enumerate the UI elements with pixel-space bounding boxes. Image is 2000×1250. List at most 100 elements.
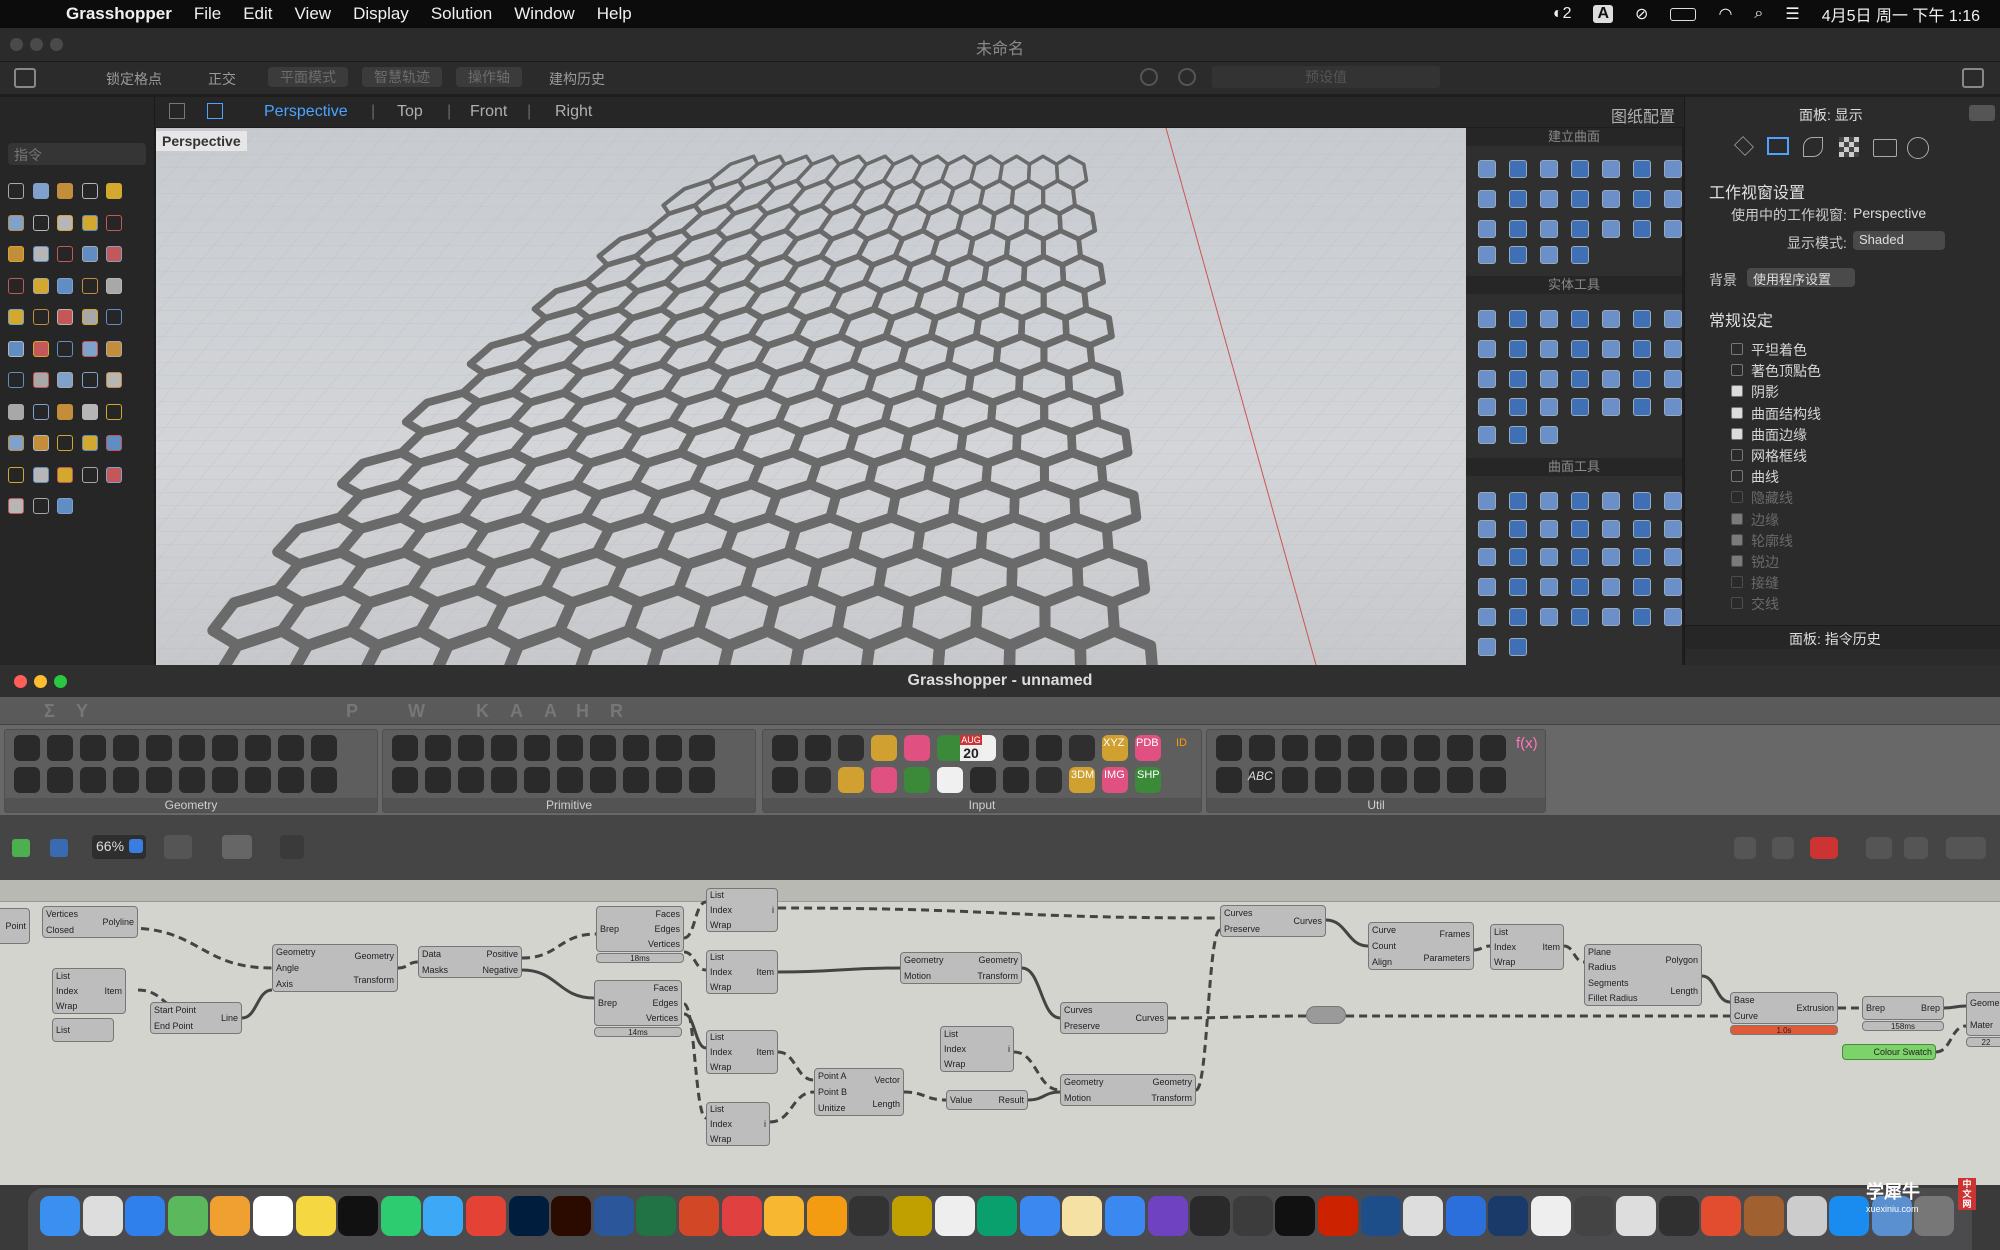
gh-node-list5[interactable]: List Index Wrap Item	[706, 1030, 778, 1074]
relay-node[interactable]	[1306, 1006, 1346, 1024]
ribbon-component-icon[interactable]	[970, 767, 996, 793]
menu-file[interactable]: File	[194, 4, 221, 24]
panel-tool-icon[interactable]	[1540, 160, 1558, 178]
gh-node-extrude[interactable]: Base Curve Extrusion	[1730, 992, 1838, 1024]
panel-tool-icon[interactable]	[1602, 190, 1620, 208]
panel-tool-icon[interactable]	[1540, 370, 1558, 388]
panel-tool-icon[interactable]	[1571, 190, 1589, 208]
node-input-label[interactable]: Masks	[422, 965, 448, 975]
panel-tool-icon[interactable]	[1478, 160, 1496, 178]
node-input-label[interactable]: Index	[56, 986, 78, 996]
node-output-label[interactable]: Point	[5, 921, 26, 931]
node-input-label[interactable]: Wrap	[710, 1062, 731, 1072]
tab-a2[interactable]: A	[544, 701, 557, 722]
tool-icon[interactable]	[32, 183, 49, 199]
ribbon-component-icon[interactable]	[524, 735, 550, 761]
ribbon-component-icon[interactable]	[146, 767, 172, 793]
node-input-label[interactable]: Geometry	[276, 947, 316, 957]
gh-node-polygon[interactable]: Plane Radius Segments Fillet Radius Polygon L…	[1584, 944, 1702, 1006]
node-output-label[interactable]: Line	[221, 1013, 238, 1023]
control-center-icon[interactable]: ☰	[1785, 4, 1799, 24]
panel-toggle-icon[interactable]	[1962, 68, 1984, 88]
panel-tool-icon[interactable]	[1540, 398, 1558, 416]
ribbon-component-icon[interactable]	[1036, 767, 1062, 793]
ribbon-component-icon[interactable]	[278, 767, 304, 793]
tool-icon[interactable]	[81, 246, 98, 262]
gh-node-list7[interactable]: List Index Wrap i	[940, 1026, 1014, 1072]
panel-tool-icon[interactable]	[1633, 608, 1651, 626]
panel-tool-icon[interactable]	[1478, 608, 1496, 626]
perspective-viewport[interactable]	[156, 128, 1466, 665]
dock-app-icon[interactable]	[977, 1196, 1018, 1236]
wifi-icon[interactable]: ◠	[1718, 4, 1732, 24]
menu-app[interactable]: Grasshopper	[66, 4, 172, 24]
ribbon-component-icon[interactable]	[80, 735, 106, 761]
node-output-label[interactable]: Brep	[1921, 1003, 1940, 1013]
ribbon-component-icon[interactable]	[524, 767, 550, 793]
panel-tool-icon[interactable]	[1478, 370, 1496, 388]
gh-close-icon[interactable]	[14, 675, 27, 688]
node-output-label[interactable]: Transform	[353, 975, 394, 985]
ribbon-component-icon[interactable]	[1315, 767, 1341, 793]
panel-tool-icon[interactable]	[1633, 340, 1651, 358]
node-input-label[interactable]: List	[56, 971, 70, 981]
node-input-label[interactable]: Mater	[1970, 1020, 1993, 1030]
ribbon-component-icon[interactable]	[1381, 767, 1407, 793]
properties-icon[interactable]	[1803, 137, 1823, 157]
node-input-label[interactable]: Geometry	[904, 955, 944, 965]
node-input-label[interactable]: Index	[1494, 942, 1516, 952]
tool-icon[interactable]	[81, 340, 98, 357]
tool-icon[interactable]	[32, 246, 49, 262]
panel-tool-icon[interactable]	[1664, 160, 1682, 178]
dock-app-icon[interactable]	[253, 1196, 293, 1236]
tool-icon[interactable]	[81, 183, 98, 199]
ribbon-component-icon[interactable]	[245, 735, 271, 761]
checkbox-9[interactable]	[1731, 533, 1743, 546]
panel-tool-icon[interactable]	[1540, 492, 1558, 510]
dock-app-icon[interactable]	[721, 1196, 762, 1236]
tool-icon[interactable]	[81, 403, 98, 420]
tool-icon[interactable]	[32, 309, 49, 325]
node-output-label[interactable]: Item	[756, 967, 774, 977]
tool-icon[interactable]	[57, 183, 73, 199]
checkbox-4[interactable]	[1731, 427, 1743, 440]
menu-view[interactable]: View	[295, 4, 332, 24]
ribbon-component-icon[interactable]	[47, 767, 73, 793]
node-output-label[interactable]: Item	[104, 986, 122, 996]
ribbon-component-icon[interactable]	[425, 735, 451, 761]
node-input-label[interactable]: Wrap	[56, 1001, 77, 1011]
dock-app-icon[interactable]	[508, 1196, 549, 1236]
ribbon-component-icon[interactable]	[1216, 735, 1242, 761]
menu-window[interactable]: Window	[514, 4, 574, 24]
ribbon-component-icon[interactable]	[1348, 735, 1374, 761]
tab-h[interactable]: H	[576, 701, 589, 722]
tool-icon[interactable]	[81, 309, 98, 325]
preview-selected-icon[interactable]	[1810, 837, 1838, 859]
node-input-label[interactable]: List	[710, 952, 724, 962]
dock-app-icon[interactable]	[82, 1196, 123, 1236]
node-input-label[interactable]: Wrap	[944, 1059, 965, 1069]
node-input-label[interactable]: Axis	[276, 979, 293, 989]
dock-app-icon[interactable]	[934, 1196, 975, 1236]
dock-app-icon[interactable]	[679, 1196, 719, 1236]
ribbon-component-icon[interactable]	[491, 735, 517, 761]
tab-top[interactable]: Top	[397, 103, 423, 121]
dock-app-icon[interactable]	[1147, 1196, 1188, 1236]
node-output-label[interactable]: Transform	[977, 971, 1018, 981]
ribbon-component-icon[interactable]	[937, 767, 963, 793]
node-output-label[interactable]: Curves	[1135, 1013, 1164, 1023]
ribbon-component-icon[interactable]	[1003, 735, 1029, 761]
node-input-label[interactable]: Curve	[1734, 1011, 1758, 1021]
node-input-label[interactable]: Base	[1734, 995, 1755, 1005]
node-output-label[interactable]: Length	[872, 1099, 900, 1109]
dock-app-icon[interactable]	[338, 1196, 379, 1236]
checkbox-2[interactable]	[1731, 385, 1743, 398]
panel-tool-icon[interactable]	[1664, 310, 1682, 328]
panel-tool-icon[interactable]	[1478, 638, 1496, 656]
dock-app-icon[interactable]	[1786, 1196, 1827, 1236]
dock-app-icon[interactable]	[1190, 1196, 1231, 1236]
folder-icon[interactable]	[1873, 139, 1897, 157]
panel-tool-icon[interactable]	[1478, 220, 1496, 238]
node-input-label[interactable]: Vertices	[46, 909, 78, 919]
panel-tool-icon[interactable]	[1571, 520, 1589, 538]
